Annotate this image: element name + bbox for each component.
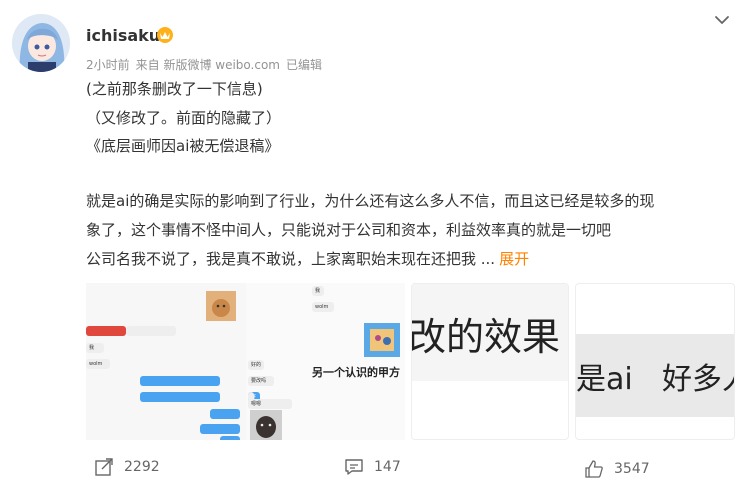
comment-count: 147 [374, 459, 401, 475]
username[interactable]: ichisaku [86, 26, 160, 45]
share-count: 2292 [124, 459, 160, 475]
post-time[interactable]: 2小时前 [86, 58, 130, 72]
post-image-2[interactable]: 改的效果 [411, 283, 569, 440]
like-button[interactable]: 3547 [584, 458, 650, 480]
image-3-text-b: 好多人 [662, 362, 734, 397]
vip-badge-icon [156, 26, 174, 44]
chat-bubble [220, 436, 240, 440]
edited-label[interactable]: 已编辑 [286, 58, 322, 72]
chat-bubble: 好的 [248, 360, 264, 370]
post-meta: 2小时前 来自 新版微博 weibo.com 已编辑 [86, 56, 328, 73]
cat-photo [206, 291, 236, 321]
expand-link[interactable]: 展开 [499, 250, 529, 268]
avatar[interactable] [12, 14, 70, 72]
chat-caption: 另一个认识的甲方 [312, 366, 400, 379]
chat-bubble [140, 376, 220, 386]
chat-bubble [126, 326, 176, 336]
chat-bubble: wolm [312, 302, 334, 312]
comment-button[interactable]: 147 [344, 456, 401, 478]
share-button[interactable]: 2292 [94, 456, 160, 478]
image-3-text-a: 是ai [576, 362, 633, 397]
chevron-down-icon[interactable] [712, 10, 732, 30]
chat-bubble: wolm [86, 359, 110, 369]
thumbs-up-icon [585, 460, 603, 478]
chat-bubble: 嗯嗯 [248, 399, 292, 409]
chat-bubble: 我 [312, 286, 324, 296]
post-line-6: 公司名我不说了，我是真不敢说，上家离职始末现在还把我 ... 展开 [86, 249, 529, 269]
client-avatar [364, 323, 400, 357]
post-line-2: （又修改了。前面的隐藏了） [86, 109, 282, 127]
post-source[interactable]: 来自 新版微博 weibo.com [136, 58, 280, 72]
chat-bubble [140, 392, 220, 402]
post-line-4: 就是ai的确是实际的影响到了行业，为什么还有这么多人不信，而且这已经是较多的现 [86, 192, 655, 210]
post-line-3: 《底层画师因ai被无偿退稿》 [86, 137, 280, 155]
post-line-5: 象了，这个事情不怪中间人，只能说对于公司和资本，利益效率真的就是一切吧 [86, 221, 612, 239]
post-line-1: (之前那条删改了一下信息) [86, 80, 263, 98]
chat-bubble: 要改吗 [248, 376, 274, 386]
comment-icon [345, 459, 363, 475]
dog-photo [250, 410, 282, 440]
post-line-6-text: 公司名我不说了，我是真不敢说，上家离职始末现在还把我 ... [86, 250, 496, 268]
image-2-text: 改的效果 [411, 315, 561, 359]
chat-bubble [200, 424, 240, 434]
redacted-bar [86, 326, 126, 336]
chat-bubble [210, 409, 240, 419]
share-icon [95, 458, 113, 476]
like-count: 3547 [614, 461, 650, 477]
post-image-3[interactable]: 是ai 好多人 [575, 283, 735, 440]
chat-bubble: 我 [86, 343, 104, 353]
post-image-1[interactable]: 我 wolm 好的 要改吗 好 嗯嗯 我 wolm 另一个认识的甲方 [86, 283, 405, 440]
